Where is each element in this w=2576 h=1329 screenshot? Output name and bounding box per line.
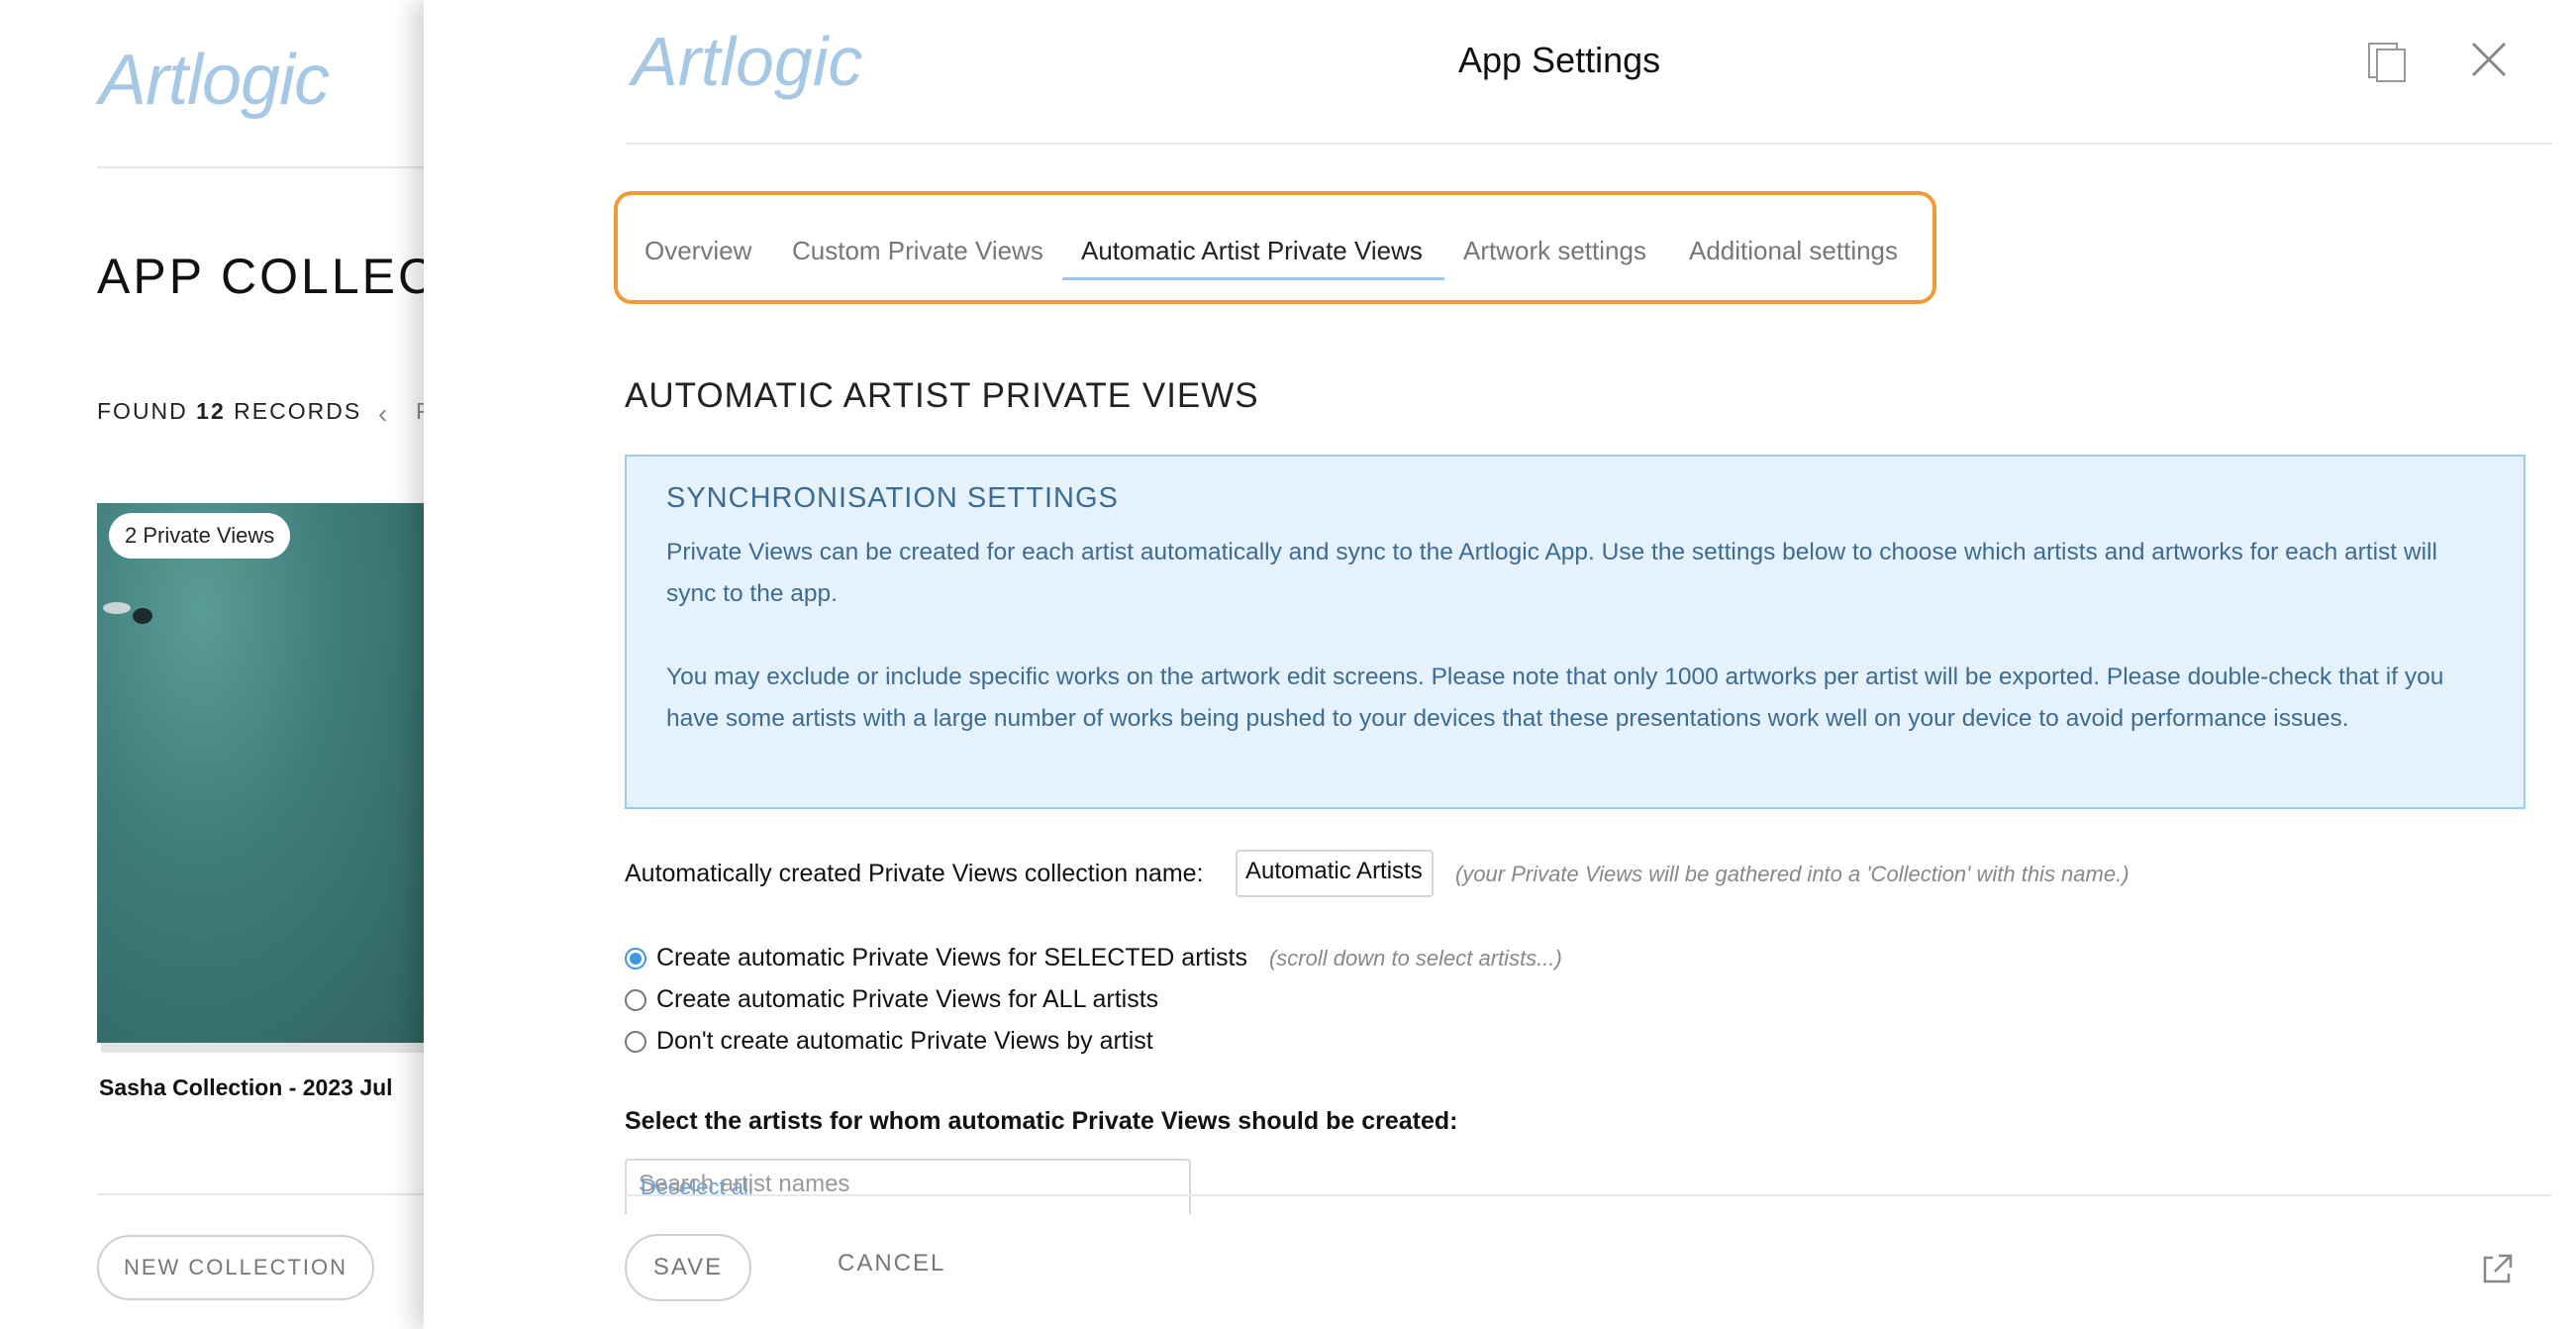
radio-label: Create automatic Private Views for ALL a…: [656, 985, 1159, 1013]
app-settings-panel: Artlogic App Settings Overview Custom Pr…: [424, 0, 2576, 1329]
radio-option-selected-artists[interactable]: Create automatic Private Views for SELEC…: [625, 944, 1562, 972]
sync-paragraph-2: You may exclude or include specific work…: [666, 664, 2444, 732]
tab-automatic-artist-private-views[interactable]: Automatic Artist Private Views: [1081, 236, 1423, 266]
tab-additional-settings[interactable]: Additional settings: [1689, 236, 1898, 266]
surfer-image-detail: [103, 602, 152, 624]
found-count: 12: [196, 398, 226, 424]
found-prefix: FOUND: [97, 398, 188, 424]
radio-hint: (scroll down to select artists...): [1268, 945, 1562, 971]
collection-name-hint: (your Private Views will be gathered int…: [1455, 862, 2130, 886]
radio-button[interactable]: [625, 1030, 646, 1053]
chevron-left-icon[interactable]: ‹: [378, 398, 387, 430]
radio-button[interactable]: [625, 947, 646, 970]
tab-custom-private-views[interactable]: Custom Private Views: [792, 236, 1043, 266]
collection-name-label: Automatically created Private Views coll…: [625, 860, 1204, 887]
records-count: FOUND 12 RECORDS: [97, 398, 361, 425]
collection-card-image[interactable]: [97, 503, 444, 1043]
background-divider-bottom: [97, 1193, 434, 1195]
external-link-icon[interactable]: [2479, 1252, 2515, 1287]
private-views-badge: 2 Private Views: [109, 513, 291, 559]
background-divider: [97, 166, 434, 168]
sync-description: Private Views can be created for each ar…: [666, 532, 2488, 740]
select-artists-label: Select the artists for whom automatic Pr…: [625, 1107, 1458, 1135]
radio-option-no-artists[interactable]: Don't create automatic Private Views by …: [625, 1027, 1153, 1056]
tab-overview[interactable]: Overview: [644, 236, 751, 266]
background-page: Artlogic APP COLLECT FOUND 12 RECORDS ‹ …: [0, 0, 467, 1329]
sync-paragraph-1: Private Views can be created for each ar…: [666, 539, 2437, 607]
artist-search-box[interactable]: Deselect all: [625, 1159, 1191, 1214]
new-collection-button[interactable]: NEW COLLECTION: [97, 1235, 374, 1300]
panel-title: App Settings: [1458, 40, 1661, 80]
collection-card-title[interactable]: Sasha Collection - 2023 Jul: [99, 1074, 393, 1101]
active-tab-underline: [1062, 277, 1444, 280]
collection-name-input[interactable]: Automatic Artists: [1236, 850, 1434, 897]
save-button[interactable]: SAVE: [625, 1234, 751, 1301]
radio-option-all-artists[interactable]: Create automatic Private Views for ALL a…: [625, 985, 1158, 1014]
tab-artwork-settings[interactable]: Artwork settings: [1463, 236, 1646, 266]
radio-button[interactable]: [625, 988, 646, 1011]
section-title: AUTOMATIC ARTIST PRIVATE VIEWS: [625, 376, 1259, 415]
footer-divider: [625, 1194, 2551, 1196]
synchronisation-settings-box: SYNCHRONISATION SETTINGS Private Views c…: [625, 455, 2526, 809]
close-icon[interactable]: [2469, 40, 2509, 79]
radio-label: Create automatic Private Views for SELEC…: [656, 944, 1247, 971]
cancel-button[interactable]: CANCEL: [838, 1250, 945, 1278]
header-divider: [626, 143, 2552, 145]
sync-title: SYNCHRONISATION SETTINGS: [666, 482, 1119, 514]
copy-icon[interactable]: [2367, 40, 2411, 83]
background-page-title: APP COLLECT: [97, 249, 470, 304]
found-suffix: RECORDS: [234, 398, 362, 424]
background-logo: Artlogic: [99, 41, 330, 120]
card-shadow: [101, 1043, 438, 1053]
artlogic-logo: Artlogic: [632, 23, 863, 100]
radio-label: Don't create automatic Private Views by …: [656, 1027, 1153, 1055]
